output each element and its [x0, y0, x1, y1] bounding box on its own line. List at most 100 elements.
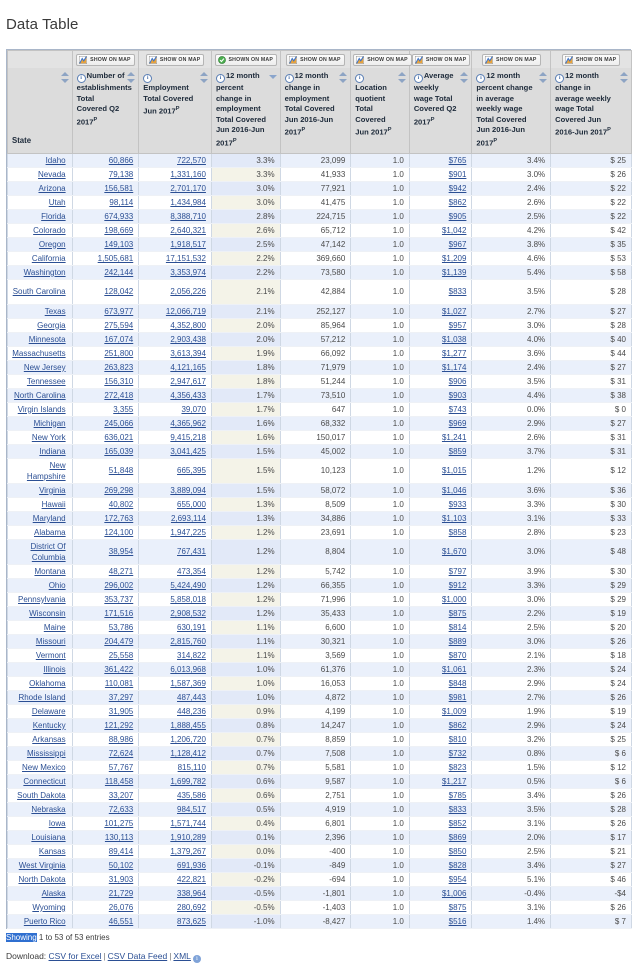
cell-state-link[interactable]: Indiana — [39, 447, 65, 456]
cell-state[interactable]: Ohio — [7, 578, 73, 593]
cell-establishments-link[interactable]: 88,986 — [109, 735, 133, 744]
cell-employment[interactable]: 984,517 — [138, 802, 212, 817]
cell-average-weekly-wage-link[interactable]: $833 — [449, 287, 467, 296]
cell-state[interactable]: Oregon — [7, 237, 73, 252]
cell-establishments[interactable]: 33,207 — [71, 788, 140, 803]
cell-establishments[interactable]: 171,516 — [71, 606, 140, 621]
cell-employment[interactable]: 1,379,267 — [138, 844, 212, 859]
cell-employment[interactable]: 448,236 — [138, 704, 212, 719]
cell-establishments-link[interactable]: 118,458 — [105, 777, 133, 786]
cell-average-weekly-wage[interactable]: $1,000 — [408, 592, 473, 607]
cell-establishments-link[interactable]: 98,114 — [109, 198, 133, 207]
cell-average-weekly-wage-link[interactable]: $954 — [449, 875, 467, 884]
cell-establishments-link[interactable]: 269,298 — [104, 486, 133, 495]
column-header-wage-change[interactable]: i 12 month change in average weekly wage … — [550, 68, 632, 154]
show-on-map-button-7[interactable]: SHOW ON MAP — [482, 54, 541, 67]
cell-employment[interactable]: 873,625 — [138, 914, 212, 929]
cell-employment-link[interactable]: 1,699,782 — [170, 777, 206, 786]
cell-state[interactable]: Colorado — [7, 223, 73, 238]
cell-state[interactable]: Illinois — [7, 662, 73, 677]
cell-state[interactable]: New Jersey — [7, 360, 73, 375]
cell-average-weekly-wage-link[interactable]: $889 — [449, 637, 467, 646]
cell-employment-link[interactable]: 4,365,962 — [170, 419, 206, 428]
cell-establishments-link[interactable]: 53,786 — [109, 623, 133, 632]
sort-icon-location-quotient[interactable] — [397, 72, 406, 84]
cell-state-link[interactable]: Iowa — [49, 819, 66, 828]
cell-state-link[interactable]: Michigan — [34, 419, 66, 428]
cell-employment-link[interactable]: 3,613,394 — [170, 349, 206, 358]
cell-establishments[interactable]: 72,624 — [71, 746, 140, 761]
cell-average-weekly-wage[interactable]: $942 — [408, 181, 473, 196]
cell-state[interactable]: Idaho — [7, 153, 73, 168]
cell-average-weekly-wage[interactable]: $743 — [408, 402, 473, 417]
cell-state[interactable]: Wyoming — [7, 900, 73, 915]
cell-average-weekly-wage[interactable]: $1,009 — [408, 704, 473, 719]
cell-state-link[interactable]: New Hampshire — [27, 461, 66, 481]
cell-establishments[interactable]: 673,977 — [71, 304, 140, 319]
cell-average-weekly-wage[interactable]: $732 — [408, 746, 473, 761]
cell-state[interactable]: Utah — [7, 195, 73, 210]
cell-state-link[interactable]: Washington — [24, 268, 66, 277]
cell-employment-link[interactable]: 873,625 — [177, 917, 206, 926]
cell-employment[interactable]: 3,613,394 — [138, 346, 212, 361]
cell-employment[interactable]: 815,110 — [138, 760, 212, 775]
cell-establishments[interactable]: 124,100 — [71, 525, 140, 540]
sort-icon-wage-change[interactable] — [619, 72, 628, 84]
cell-establishments[interactable]: 361,422 — [71, 662, 140, 677]
cell-state-link[interactable]: Kentucky — [33, 721, 66, 730]
cell-state-link[interactable]: South Carolina — [13, 287, 66, 296]
cell-establishments[interactable]: 51,848 — [71, 458, 140, 484]
cell-employment[interactable]: 1,918,517 — [138, 237, 212, 252]
cell-employment[interactable]: 5,424,490 — [138, 578, 212, 593]
cell-establishments[interactable]: 251,800 — [71, 346, 140, 361]
sort-icon-state[interactable] — [60, 72, 69, 84]
cell-state-link[interactable]: Louisiana — [31, 833, 65, 842]
cell-establishments[interactable]: 198,669 — [71, 223, 140, 238]
cell-average-weekly-wage[interactable]: $906 — [408, 374, 473, 389]
cell-establishments[interactable]: 269,298 — [71, 483, 140, 498]
cell-establishments[interactable]: 21,729 — [71, 886, 140, 901]
cell-establishments-link[interactable]: 48,271 — [109, 567, 133, 576]
cell-establishments[interactable]: 275,594 — [71, 318, 140, 333]
cell-state[interactable]: Minnesota — [7, 332, 73, 347]
cell-average-weekly-wage[interactable]: $1,139 — [408, 265, 473, 280]
cell-employment-link[interactable]: 473,354 — [177, 567, 206, 576]
cell-state[interactable]: Tennessee — [7, 374, 73, 389]
cell-employment[interactable]: 4,352,800 — [138, 318, 212, 333]
cell-employment-link[interactable]: 1,910,289 — [170, 833, 206, 842]
cell-state-link[interactable]: New York — [32, 433, 66, 442]
cell-employment-link[interactable]: 691,936 — [177, 861, 206, 870]
cell-average-weekly-wage[interactable]: $875 — [408, 606, 473, 621]
cell-average-weekly-wage[interactable]: $954 — [408, 872, 473, 887]
cell-establishments-link[interactable]: 50,102 — [109, 861, 133, 870]
cell-establishments-link[interactable]: 124,100 — [104, 528, 133, 537]
cell-employment-link[interactable]: 665,395 — [177, 466, 206, 475]
cell-employment[interactable]: 1,910,289 — [138, 830, 212, 845]
cell-employment-link[interactable]: 314,822 — [177, 651, 206, 660]
cell-average-weekly-wage-link[interactable]: $933 — [449, 500, 467, 509]
info-icon[interactable]: i — [76, 74, 86, 84]
cell-average-weekly-wage[interactable]: $969 — [408, 416, 473, 431]
sort-icon-employment[interactable] — [199, 72, 208, 84]
cell-establishments-link[interactable]: 33,207 — [109, 791, 133, 800]
cell-employment-link[interactable]: 1,434,984 — [170, 198, 206, 207]
column-header-wage-pct-change[interactable]: i 12 month percent change in average week… — [471, 68, 552, 154]
cell-establishments[interactable]: 242,144 — [71, 265, 140, 280]
cell-employment[interactable]: 8,388,710 — [138, 209, 212, 224]
cell-establishments-link[interactable]: 21,729 — [109, 889, 133, 898]
cell-average-weekly-wage-link[interactable]: $1,006 — [442, 889, 466, 898]
cell-average-weekly-wage[interactable]: $814 — [408, 620, 473, 635]
cell-employment-link[interactable]: 2,056,226 — [170, 287, 206, 296]
cell-average-weekly-wage-link[interactable]: $1,009 — [442, 707, 466, 716]
cell-average-weekly-wage[interactable]: $828 — [408, 858, 473, 873]
cell-employment[interactable]: 280,692 — [138, 900, 212, 915]
cell-employment-link[interactable]: 984,517 — [177, 805, 206, 814]
download-xml-link[interactable]: XML — [173, 951, 190, 961]
cell-employment[interactable]: 1,699,782 — [138, 774, 212, 789]
cell-average-weekly-wage-link[interactable]: $1,015 — [442, 466, 466, 475]
cell-establishments-link[interactable]: 156,581 — [104, 184, 133, 193]
cell-employment-link[interactable]: 1,379,267 — [170, 847, 206, 856]
cell-state[interactable]: New Mexico — [7, 760, 73, 775]
cell-employment-link[interactable]: 2,903,438 — [170, 335, 206, 344]
cell-state-link[interactable]: West Virginia — [19, 861, 66, 870]
